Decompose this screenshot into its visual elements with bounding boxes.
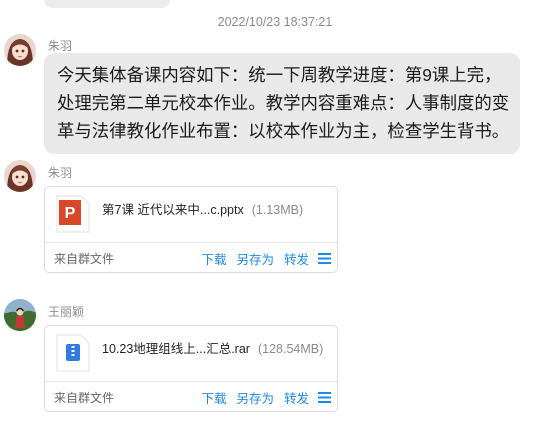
zip-file-icon	[56, 334, 90, 372]
divider	[45, 381, 337, 382]
file-size: (1.13MB)	[251, 203, 304, 217]
download-button[interactable]: 下载	[201, 249, 226, 268]
svg-text:P: P	[65, 205, 76, 222]
file-size: (128.54MB)	[257, 342, 324, 356]
forward-button[interactable]: 转发	[284, 388, 309, 407]
sender-name: 朱羽	[48, 39, 73, 53]
message-bubble[interactable]: 今天集体备课内容如下：统一下周教学进度：第9课上完，处理完第二单元校本作业。教学…	[44, 53, 520, 154]
avatar[interactable]	[4, 34, 36, 66]
file-name[interactable]: 第7课 近代以来中...c.pptx (1.13MB)	[102, 199, 303, 218]
message-timestamp: 2022/10/23 18:37:21	[217, 15, 333, 29]
download-button[interactable]: 下载	[201, 388, 226, 407]
divider	[45, 242, 337, 243]
file-name-text[interactable]: 第7课 近代以来中...c.pptx	[102, 203, 244, 217]
file-card[interactable]: P 第7课 近代以来中...c.pptx (1.13MB) 来自群文件 下载 另存…	[44, 186, 338, 273]
file-name-text[interactable]: 10.23地理组线上...汇总.rar	[102, 342, 250, 356]
forward-button[interactable]: 转发	[284, 249, 309, 268]
menu-icon[interactable]	[318, 392, 331, 403]
avatar[interactable]	[4, 160, 36, 192]
file-name[interactable]: 10.23地理组线上...汇总.rar (128.54MB)	[102, 338, 323, 357]
ppt-file-icon: P	[56, 195, 90, 233]
file-source-label: 来自群文件	[54, 391, 115, 405]
sender-name: 朱羽	[48, 166, 73, 180]
save-as-button[interactable]: 另存为	[236, 388, 274, 407]
save-as-button[interactable]: 另存为	[236, 249, 274, 268]
file-actions: 下载 另存为 转发	[191, 249, 331, 268]
file-actions: 下载 另存为 转发	[191, 388, 331, 407]
sender-name: 王丽颖	[48, 305, 85, 319]
previous-message-bubble	[44, 0, 170, 8]
file-source-label: 来自群文件	[54, 252, 115, 266]
menu-icon[interactable]	[318, 253, 331, 264]
file-card[interactable]: 10.23地理组线上...汇总.rar (128.54MB) 来自群文件 下载 另…	[44, 325, 338, 412]
avatar[interactable]	[4, 299, 36, 331]
